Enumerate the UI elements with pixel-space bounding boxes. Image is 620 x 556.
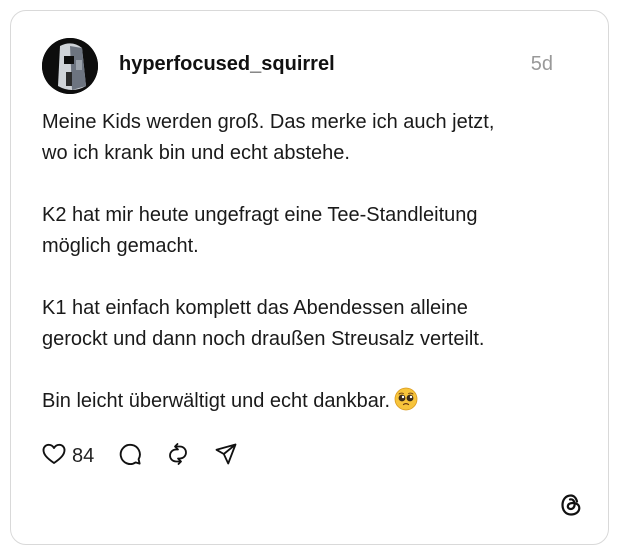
- like-count: 84: [72, 444, 95, 467]
- share-button[interactable]: [214, 442, 238, 471]
- post-header: hyperfocused_squirrel 5d: [42, 38, 553, 94]
- post-body: Meine Kids werden groß. Das merke ich au…: [42, 107, 582, 421]
- reply-button[interactable]: [118, 442, 142, 471]
- like-button[interactable]: 84: [42, 443, 94, 470]
- post-actions: 84: [42, 441, 238, 471]
- repost-button[interactable]: [166, 442, 190, 471]
- post-paragraph: Meine Kids werden groß. Das merke ich au…: [42, 111, 495, 164]
- heart-icon: [42, 443, 66, 470]
- post-paragraph: K2 hat mir heute ungefragt eine Tee-Stan…: [42, 204, 478, 257]
- share-icon: [214, 442, 238, 471]
- comment-icon: [118, 442, 142, 471]
- repost-icon: [166, 442, 190, 471]
- post-paragraph-text: Bin leicht überwältigt und echt dankbar.: [42, 390, 390, 412]
- avatar[interactable]: [42, 38, 98, 94]
- post-paragraph: K1 hat einfach komplett das Abendessen a…: [42, 297, 485, 350]
- post-timestamp: 5d: [530, 53, 553, 75]
- post-paragraph-last: Bin leicht überwältigt und echt dankbar.: [42, 386, 582, 421]
- pleading-face-emoji: [394, 387, 418, 421]
- username[interactable]: hyperfocused_squirrel: [119, 53, 335, 76]
- post-card: hyperfocused_squirrel 5d Meine Kids werd…: [10, 10, 609, 545]
- threads-logo-icon[interactable]: [558, 492, 584, 518]
